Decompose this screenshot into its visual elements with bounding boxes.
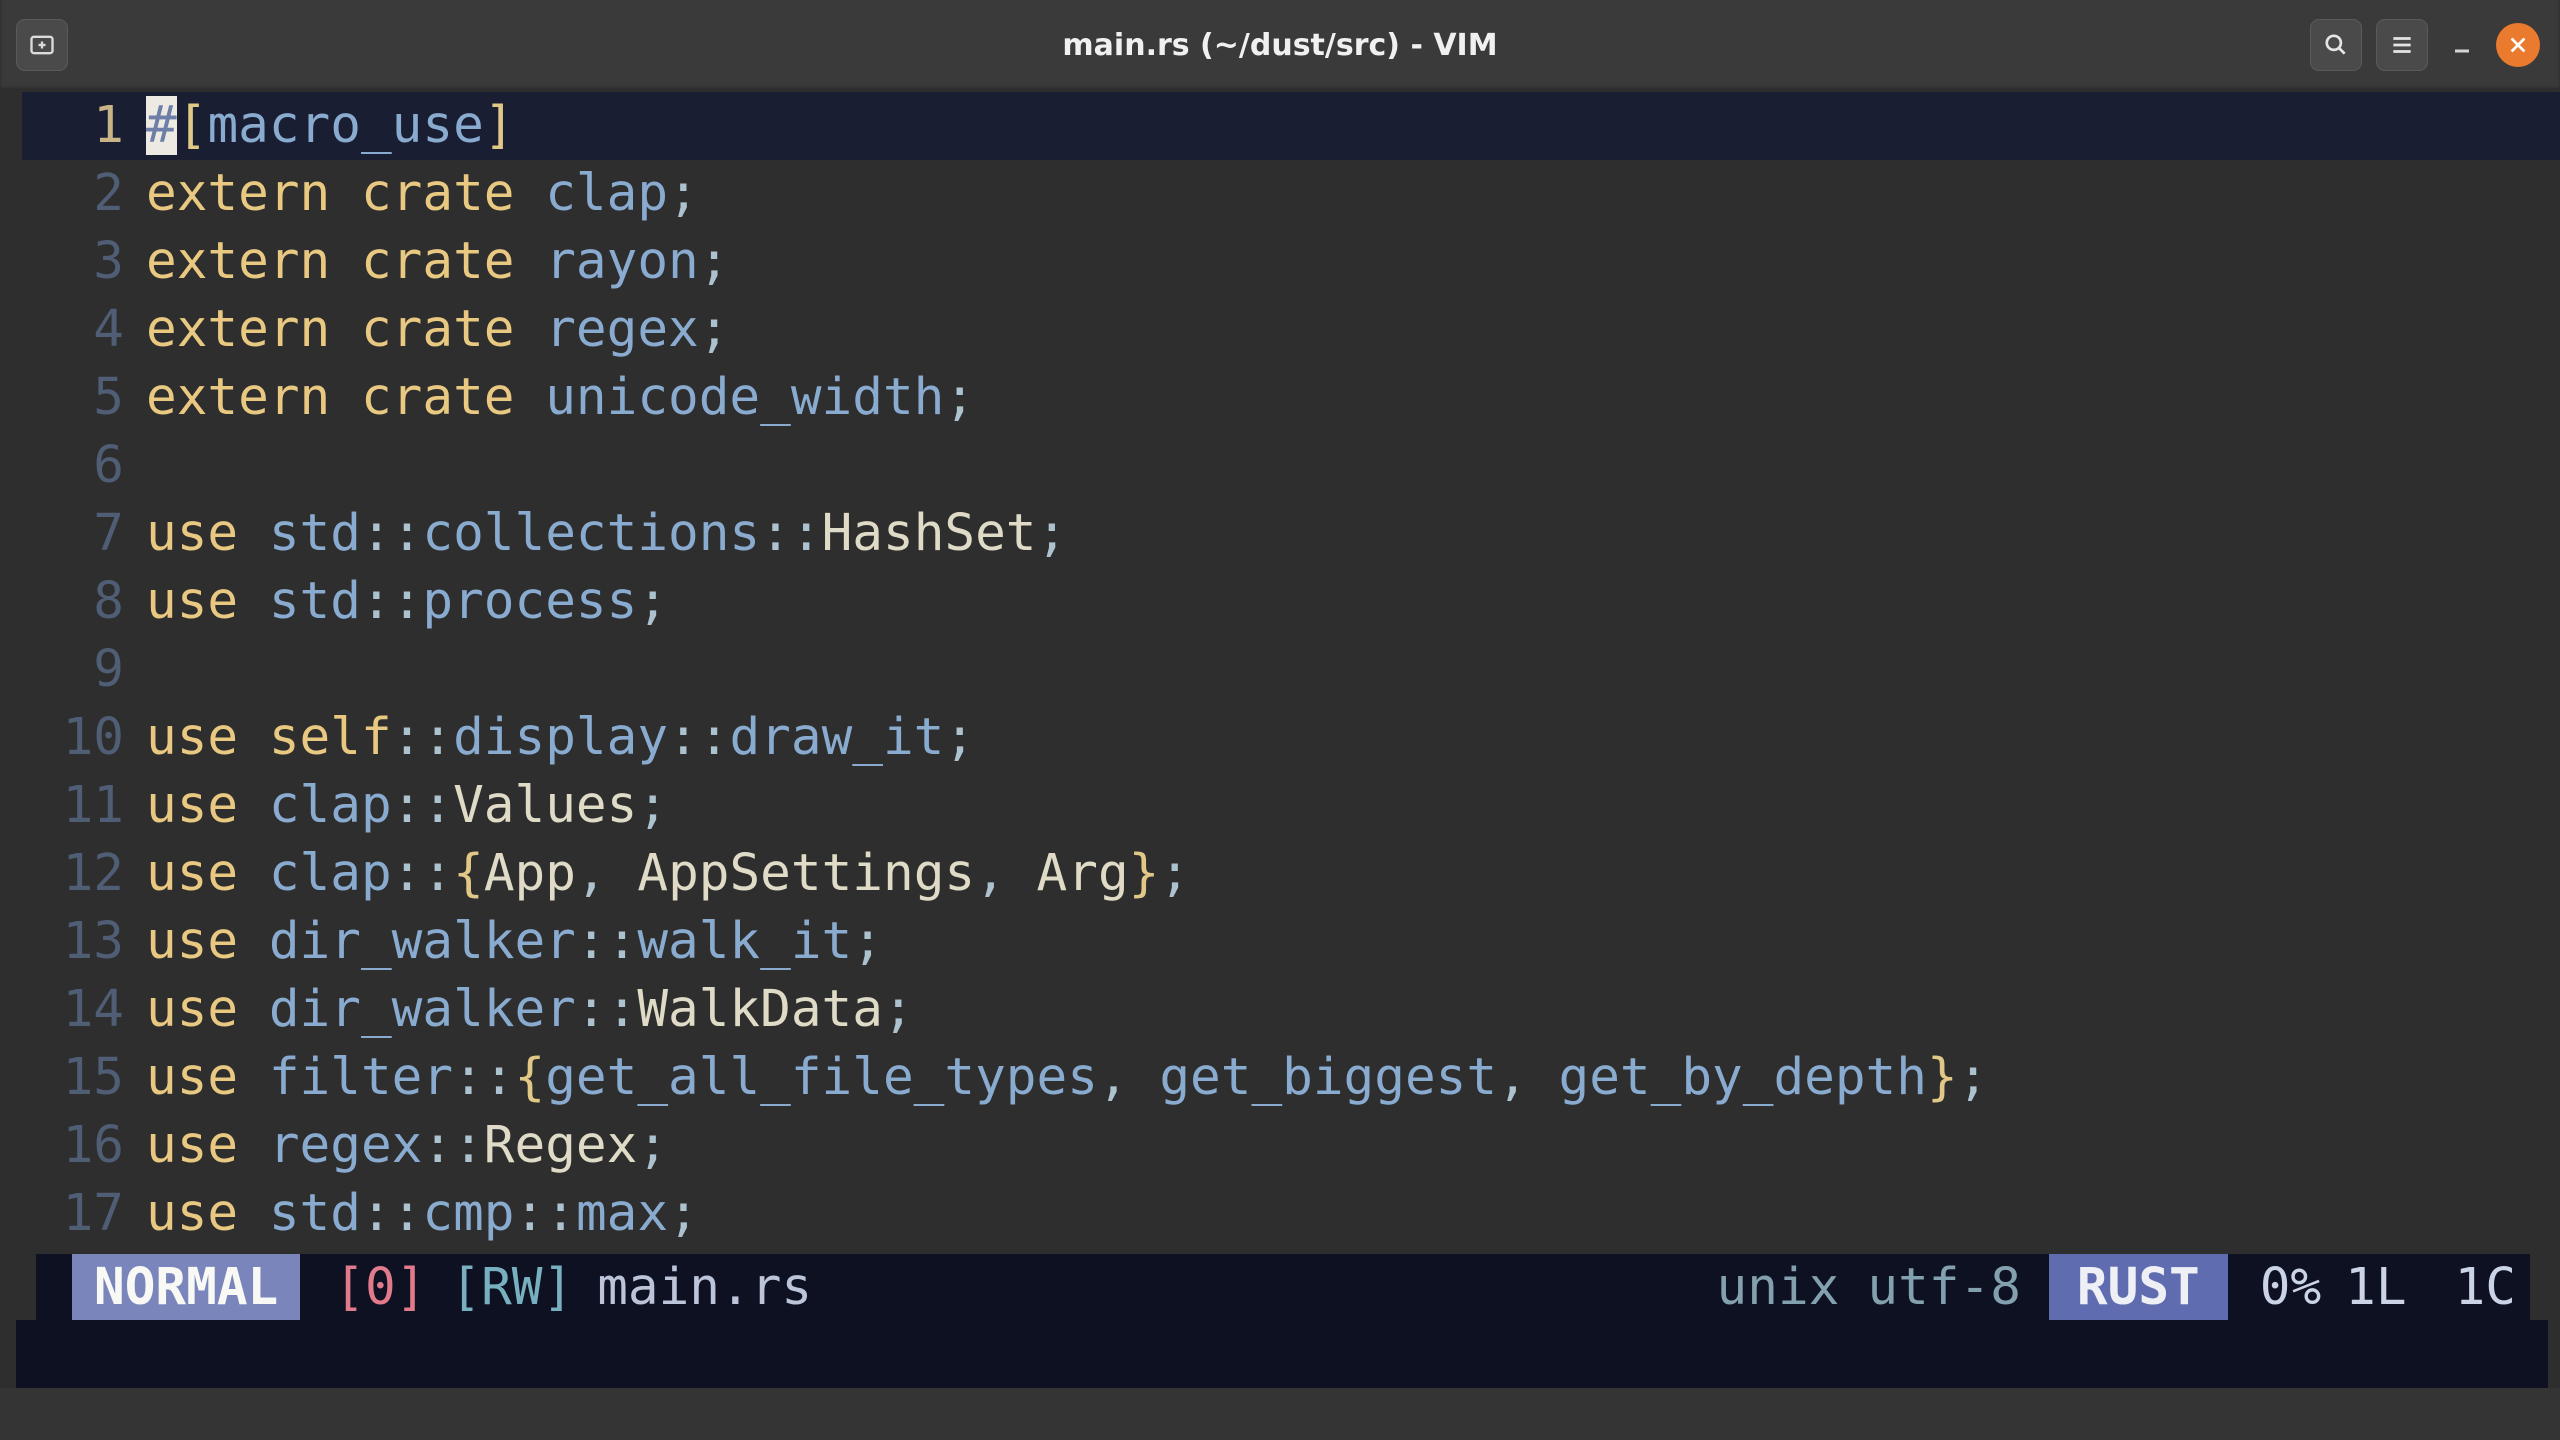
- code-line[interactable]: 7use std::collections::HashSet;: [22, 500, 2560, 568]
- status-readwrite: [RW]: [450, 1258, 573, 1317]
- desktop-void: [0, 1388, 2560, 1440]
- code-line[interactable]: 13use dir_walker::walk_it;: [22, 908, 2560, 976]
- code-line[interactable]: 9: [22, 636, 2560, 704]
- code-content: extern crate regex;: [146, 296, 729, 364]
- code-content: use std::collections::HashSet;: [146, 500, 1067, 568]
- status-percent: 0%: [2260, 1258, 2321, 1317]
- code-content: use std::cmp::max;: [146, 1180, 699, 1248]
- line-number: 2: [22, 160, 146, 228]
- editor-viewport[interactable]: 1#[macro_use]2extern crate clap;3extern …: [16, 92, 2560, 1248]
- code-content: use filter::{get_all_file_types, get_big…: [146, 1044, 1988, 1112]
- line-number: 16: [22, 1112, 146, 1180]
- line-number: 9: [22, 636, 146, 704]
- line-number: 11: [22, 772, 146, 840]
- status-lang: RUST: [2049, 1254, 2228, 1320]
- code-content: use dir_walker::WalkData;: [146, 976, 914, 1044]
- tab-plus-icon: [28, 31, 56, 59]
- status-encoding: utf-8: [1867, 1258, 2021, 1317]
- line-number: 13: [22, 908, 146, 976]
- code-line[interactable]: 4extern crate regex;: [22, 296, 2560, 364]
- line-number: 7: [22, 500, 146, 568]
- line-number: 3: [22, 228, 146, 296]
- code-line[interactable]: 11use clap::Values;: [22, 772, 2560, 840]
- line-number: 12: [22, 840, 146, 908]
- code-line[interactable]: 17use std::cmp::max;: [22, 1180, 2560, 1248]
- search-button[interactable]: [2310, 19, 2362, 71]
- titlebar: main.rs (~/dust/src) - VIM: [0, 0, 2560, 90]
- status-mode: NORMAL: [72, 1254, 300, 1320]
- line-number: 1: [22, 92, 146, 160]
- line-number: 17: [22, 1180, 146, 1248]
- menu-button[interactable]: [2376, 19, 2428, 71]
- window-title: main.rs (~/dust/src) - VIM: [1062, 28, 1497, 63]
- code-content: use clap::Values;: [146, 772, 668, 840]
- code-content: use self::display::draw_it;: [146, 704, 975, 772]
- code-line[interactable]: 6: [22, 432, 2560, 500]
- minimize-icon: [2450, 33, 2474, 57]
- minimize-button[interactable]: [2442, 20, 2482, 70]
- line-number: 15: [22, 1044, 146, 1112]
- titlebar-left: [0, 19, 68, 71]
- close-icon: [2507, 34, 2529, 56]
- status-line: 1L: [2345, 1258, 2406, 1317]
- code-content: extern crate clap;: [146, 160, 699, 228]
- code-line[interactable]: 2extern crate clap;: [22, 160, 2560, 228]
- search-icon: [2323, 32, 2349, 58]
- line-number: 6: [22, 432, 146, 500]
- code-line[interactable]: 10use self::display::draw_it;: [22, 704, 2560, 772]
- line-number: 5: [22, 364, 146, 432]
- code-line[interactable]: 15use filter::{get_all_file_types, get_b…: [22, 1044, 2560, 1112]
- code-content: use std::process;: [146, 568, 668, 636]
- status-fileformat: unix: [1717, 1258, 1840, 1317]
- code-line[interactable]: 12use clap::{App, AppSettings, Arg};: [22, 840, 2560, 908]
- statusbar: NORMAL [0] [RW] main.rs unix utf-8 RUST …: [36, 1254, 2530, 1320]
- code-content: use clap::{App, AppSettings, Arg};: [146, 840, 1190, 908]
- code-line[interactable]: 8use std::process;: [22, 568, 2560, 636]
- status-error-count: [0]: [334, 1258, 426, 1317]
- code-content: extern crate unicode_width;: [146, 364, 975, 432]
- code-content: extern crate rayon;: [146, 228, 729, 296]
- titlebar-right: [2310, 19, 2540, 71]
- code-line[interactable]: 14use dir_walker::WalkData;: [22, 976, 2560, 1044]
- command-line[interactable]: [16, 1320, 2548, 1388]
- editor[interactable]: 1#[macro_use]2extern crate clap;3extern …: [16, 92, 2560, 1248]
- status-filename: main.rs: [597, 1258, 812, 1317]
- line-number: 4: [22, 296, 146, 364]
- line-number: 8: [22, 568, 146, 636]
- code-line[interactable]: 3extern crate rayon;: [22, 228, 2560, 296]
- code-line[interactable]: 16use regex::Regex;: [22, 1112, 2560, 1180]
- line-number: 14: [22, 976, 146, 1044]
- hamburger-icon: [2389, 32, 2415, 58]
- close-button[interactable]: [2496, 23, 2540, 67]
- status-col: 1C: [2455, 1258, 2516, 1317]
- line-number: 10: [22, 704, 146, 772]
- code-content: use dir_walker::walk_it;: [146, 908, 883, 976]
- new-tab-button[interactable]: [16, 19, 68, 71]
- code-line[interactable]: 1#[macro_use]: [22, 92, 2560, 160]
- code-content: #[macro_use]: [146, 92, 515, 160]
- code-line[interactable]: 5extern crate unicode_width;: [22, 364, 2560, 432]
- code-content: use regex::Regex;: [146, 1112, 668, 1180]
